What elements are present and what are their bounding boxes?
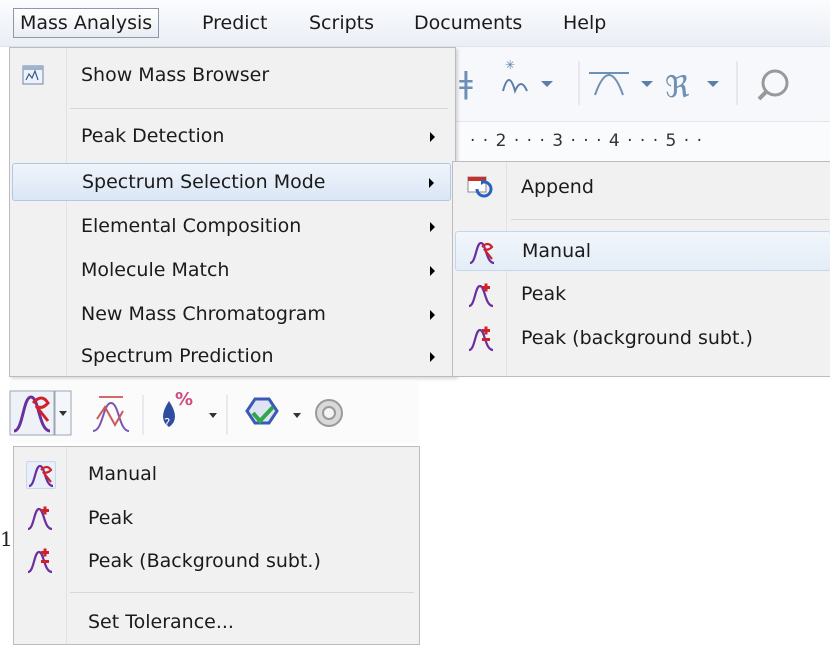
submenu-item-append[interactable]: Append — [455, 168, 830, 208]
background-text: 1 — [0, 527, 13, 551]
spectrum-range-icon[interactable] — [92, 396, 130, 432]
svg-text:ℜ: ℜ — [665, 70, 690, 105]
menu-mass-analysis[interactable]: Mass Analysis — [13, 8, 160, 38]
menu-item-label: Spectrum Selection Mode — [82, 171, 326, 193]
svg-text:ǂ: ǂ — [459, 66, 473, 101]
spectrum-selection-submenu: Append Manual Peak Peak (background subt… — [452, 161, 830, 377]
dropdown-item-label: Set Tolerance... — [88, 611, 234, 633]
ruler-ticks: · · 2 · · · 3 · · · 4 · · · 5 · · — [470, 131, 703, 151]
dropdown-item-peak[interactable]: Peak — [16, 499, 416, 537]
menu-item-elemental-composition[interactable]: Elemental Composition — [12, 208, 451, 246]
submenu-item-manual[interactable]: Manual — [455, 231, 830, 271]
submenu-separator — [511, 219, 829, 220]
svg-text:✳: ✳ — [505, 58, 515, 72]
spectrum-tool-icon[interactable]: ✳ — [502, 58, 553, 95]
submenu-item-label: Append — [521, 176, 594, 198]
percent-drop-icon[interactable]: ? % — [163, 389, 193, 430]
menu-item-molecule-match[interactable]: Molecule Match — [12, 252, 451, 290]
submenu-item-peak[interactable]: Peak — [455, 275, 830, 315]
peak-spectrum-icon — [468, 283, 494, 308]
manual-spectrum-icon — [26, 461, 56, 489]
settings-gear-icon[interactable] — [315, 399, 343, 427]
dropdown-arrow-icon[interactable] — [209, 413, 217, 418]
menu-item-label: Show Mass Browser — [81, 64, 270, 86]
molecule-match-icon[interactable] — [245, 397, 279, 425]
partial-tool-icon[interactable]: ǂ — [459, 66, 473, 101]
menu-item-label: Spectrum Prediction — [81, 345, 274, 367]
mass-analysis-menu: Show Mass Browser Peak Detection Spectru… — [9, 47, 456, 377]
dropdown-item-label: Peak — [88, 507, 134, 529]
menu-item-label: Elemental Composition — [81, 215, 302, 237]
manual-spectrum-icon — [469, 241, 495, 265]
submenu-arrow-icon — [429, 178, 434, 188]
dropdown-item-set-tolerance[interactable]: Set Tolerance... — [16, 603, 416, 641]
mass-browser-icon — [22, 65, 44, 85]
menu-item-show-mass-browser[interactable]: Show Mass Browser — [12, 57, 451, 95]
spectrum-toolbar: ? % — [9, 381, 419, 443]
submenu-arrow-icon — [430, 132, 435, 142]
menu-item-label: Peak Detection — [81, 125, 225, 147]
menu-predict[interactable]: Predict — [196, 8, 273, 38]
peak-spectrum-icon — [27, 506, 53, 531]
dropdown-arrow-icon[interactable] — [54, 390, 72, 436]
dropdown-arrow-icon[interactable] — [293, 413, 301, 418]
menu-help[interactable]: Help — [557, 8, 612, 38]
dropdown-item-peak-background[interactable]: Peak (Background subt.) — [16, 542, 416, 580]
svg-text:%: % — [175, 389, 193, 410]
dropdown-item-manual[interactable]: Manual — [16, 455, 416, 493]
dropdown-item-label: Peak (Background subt.) — [88, 550, 321, 572]
menu-item-new-mass-chromatogram[interactable]: New Mass Chromatogram — [12, 296, 451, 334]
peak-pick-tool-icon[interactable] — [589, 72, 653, 96]
menu-item-label: Molecule Match — [81, 259, 230, 281]
submenu-item-label: Peak (background subt.) — [521, 327, 753, 349]
peak-label-tool-icon[interactable]: ℜ — [665, 70, 719, 105]
menu-separator — [70, 108, 448, 109]
menu-documents[interactable]: Documents — [408, 8, 528, 38]
submenu-arrow-icon — [430, 310, 435, 320]
svg-text:?: ? — [164, 416, 170, 430]
selection-mode-dropdown: Manual Peak Peak (Background subt.) Set … — [13, 446, 420, 645]
dropdown-item-label: Manual — [88, 463, 158, 485]
append-icon — [467, 176, 493, 198]
submenu-item-label: Peak — [521, 283, 567, 305]
dropdown-separator — [70, 592, 414, 593]
menu-scripts[interactable]: Scripts — [303, 8, 380, 38]
menu-item-spectrum-prediction[interactable]: Spectrum Prediction — [12, 338, 451, 376]
menu-item-peak-detection[interactable]: Peak Detection — [12, 118, 451, 156]
menu-item-label: New Mass Chromatogram — [81, 303, 326, 325]
submenu-arrow-icon — [430, 352, 435, 362]
background-toolbar: ǂ ✳ ℜ — [455, 47, 830, 121]
submenu-item-label: Manual — [522, 240, 592, 262]
submenu-arrow-icon — [430, 222, 435, 232]
peak-background-icon — [27, 548, 53, 574]
submenu-arrow-icon — [430, 266, 435, 276]
menu-bar: Mass Analysis Predict Scripts Documents … — [0, 0, 830, 47]
magnify-tool-icon[interactable] — [757, 69, 789, 101]
menu-item-spectrum-selection-mode[interactable]: Spectrum Selection Mode — [12, 163, 451, 201]
submenu-item-peak-background[interactable]: Peak (background subt.) — [455, 319, 830, 359]
peak-background-icon — [468, 326, 494, 352]
manual-spectrum-icon[interactable] — [9, 390, 55, 436]
